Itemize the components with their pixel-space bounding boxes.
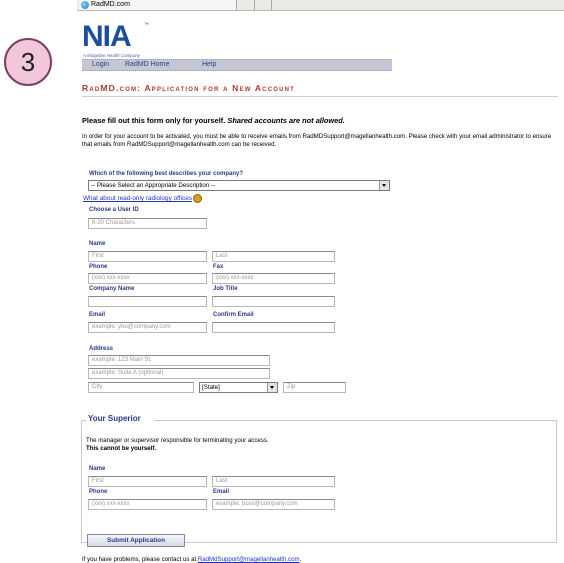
superior-last-input[interactable]: Last <box>212 476 335 487</box>
ie-icon <box>81 1 89 9</box>
submit-application-button[interactable]: Submit Application <box>87 534 185 547</box>
browser-tab-empty[interactable] <box>238 0 255 10</box>
footer-help: If you have problems, please contact us … <box>82 556 301 563</box>
fax-input[interactable]: (xxx) xxx-xxxx <box>212 273 335 284</box>
superior-warning: This cannot be yourself. <box>86 444 157 452</box>
phone-input[interactable]: (xxx) xxx-xxxx <box>88 273 207 284</box>
browser-tab[interactable]: RadMD.com <box>79 0 237 10</box>
browser-window: RadMD.com NIA ™ A Magellan Health Compan… <box>77 0 564 563</box>
nav-bar: Login RadMD Home Help <box>82 59 392 71</box>
superior-email-input[interactable]: example: boss@company.com <box>212 499 335 510</box>
logo-text: NIA <box>82 20 132 53</box>
chevron-down-icon[interactable] <box>379 181 389 190</box>
fieldset-border <box>81 420 86 421</box>
company-type-value: -- Please Select an Appropriate Descript… <box>91 182 216 189</box>
company-name-label: Company Name <box>89 286 135 292</box>
nav-radmd-home[interactable]: RadMD Home <box>125 60 169 70</box>
address-line2-input[interactable]: example: Suite A (optional) <box>88 368 270 379</box>
nav-login[interactable]: Login <box>92 60 109 70</box>
superior-name-label: Name <box>89 466 106 472</box>
address-line1-input[interactable]: example: 123 Main St. <box>88 355 270 366</box>
user-id-label: Choose a User ID <box>89 207 139 213</box>
superior-phone-label: Phone <box>89 489 108 495</box>
confirm-email-label: Confirm Email <box>213 312 254 318</box>
company-type-select[interactable]: -- Please Select an Appropriate Descript… <box>88 180 390 191</box>
last-name-input[interactable]: Last <box>212 251 335 262</box>
zip-input[interactable]: Zip <box>283 382 346 393</box>
company-name-input[interactable] <box>88 296 207 307</box>
superior-legend: Your Superior <box>88 414 141 423</box>
footer-text: If you have problems, please contact us … <box>82 556 198 563</box>
superior-phone-input[interactable]: (xxx) xxx-xxxx <box>88 499 207 510</box>
logo-trademark: ™ <box>144 22 149 28</box>
step-badge: 3 <box>4 38 52 86</box>
warning-bold: Please fill out this form only for yours… <box>82 116 226 125</box>
intro-text: In order for your account to be activate… <box>82 133 552 148</box>
read-only-offices-link[interactable]: What about read-only radiology offices <box>83 194 202 203</box>
superior-text: The manager or supervisor responsible fo… <box>86 437 269 444</box>
title-divider <box>82 96 558 97</box>
fax-label: Fax <box>213 264 224 270</box>
email-input[interactable]: example: you@company.com <box>88 322 207 333</box>
superior-first-input[interactable]: First <box>88 476 207 487</box>
user-id-input[interactable]: 6-20 Characters <box>88 218 207 229</box>
superior-description: The manager or supervisor responsible fo… <box>86 437 269 452</box>
page-title: RadMD.com: Application for a New Account <box>82 83 296 93</box>
warning-italic: Shared accounts are not allowed. <box>227 116 345 125</box>
info-icon[interactable] <box>192 194 202 203</box>
superior-email-label: Email <box>213 489 230 495</box>
email-label: Email <box>89 312 106 318</box>
job-title-label: Job Title <box>213 286 238 292</box>
phone-label: Phone <box>89 264 108 270</box>
state-value: [State] <box>202 384 220 391</box>
chevron-down-icon[interactable] <box>267 383 277 392</box>
support-email-link[interactable]: RadMdSupport@magellanhealth.com <box>198 556 300 563</box>
logo-subtitle: A Magellan Health Company <box>83 53 141 58</box>
nav-help[interactable]: Help <box>202 60 216 70</box>
job-title-input[interactable] <box>212 296 335 307</box>
first-name-input[interactable]: First <box>88 251 207 262</box>
tab-bar: RadMD.com <box>77 0 564 11</box>
nia-logo[interactable]: NIA ™ A Magellan Health Company <box>82 20 152 59</box>
browser-tab-empty[interactable] <box>255 0 272 10</box>
city-input[interactable]: City <box>88 382 194 393</box>
shared-account-warning: Please fill out this form only for yours… <box>82 116 345 125</box>
name-label: Name <box>89 241 106 247</box>
read-only-link-text[interactable]: What about read-only radiology offices <box>83 195 192 202</box>
footer-end: . <box>299 556 302 563</box>
address-label: Address <box>89 346 114 352</box>
fieldset-border <box>154 420 557 421</box>
confirm-email-input[interactable] <box>212 322 335 333</box>
company-type-label: Which of the following best describes yo… <box>89 171 244 177</box>
state-select[interactable]: [State] <box>199 382 278 393</box>
tab-title: RadMD.com <box>91 1 130 8</box>
